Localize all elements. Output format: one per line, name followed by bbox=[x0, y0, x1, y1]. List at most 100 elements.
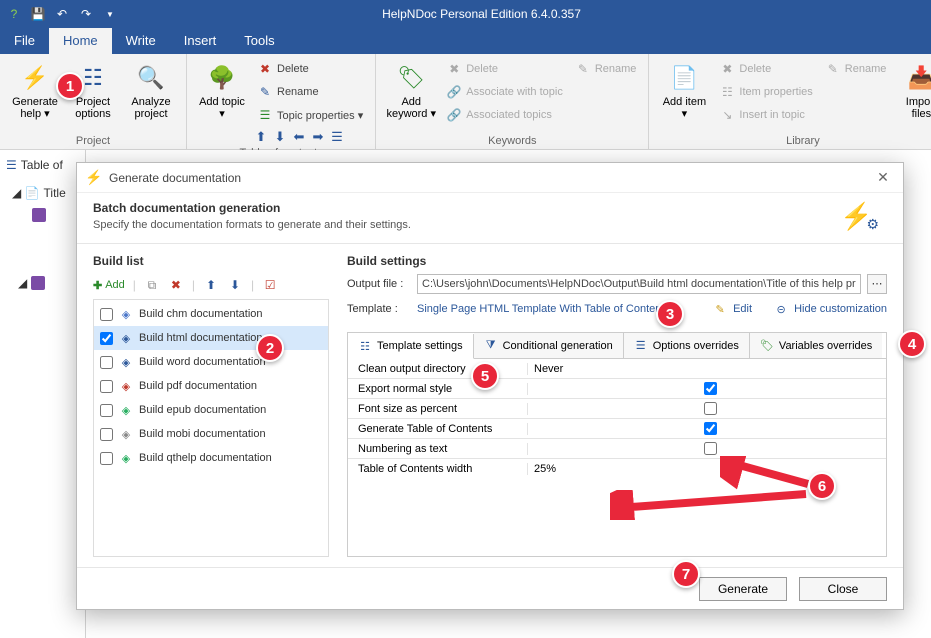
tab-template-settings[interactable]: ☷Template settings bbox=[348, 334, 474, 359]
build-item-checkbox[interactable] bbox=[100, 452, 113, 465]
insert-icon: ↘ bbox=[719, 107, 735, 123]
menu-insert[interactable]: Insert bbox=[170, 28, 231, 54]
analyze-project-button[interactable]: 🔍 Analyze project bbox=[124, 58, 178, 124]
build-settings-title: Build settings bbox=[347, 254, 887, 268]
template-link[interactable]: Single Page HTML Template With Table of … bbox=[417, 303, 670, 315]
rename-icon: ✎ bbox=[825, 61, 841, 77]
build-item-checkbox[interactable] bbox=[100, 380, 113, 393]
tree-item-2[interactable]: ◢ bbox=[4, 274, 81, 292]
build-item-checkbox[interactable] bbox=[100, 332, 113, 345]
lib-rename-button[interactable]: ✎Rename bbox=[821, 58, 891, 80]
clean-output-value[interactable]: Never bbox=[528, 363, 886, 375]
build-item-4[interactable]: ◈Build epub documentation bbox=[94, 398, 328, 422]
browse-output-button[interactable]: ⋯ bbox=[867, 274, 887, 294]
move-down-icon[interactable]: ⬇ bbox=[227, 277, 243, 293]
font-percent-checkbox[interactable] bbox=[704, 402, 717, 415]
lib-props-button[interactable]: ☷Item properties bbox=[715, 81, 816, 103]
tree-item-1[interactable] bbox=[4, 206, 81, 224]
add-build-button[interactable]: ✚Add bbox=[93, 279, 125, 292]
build-item-label: Build epub documentation bbox=[139, 404, 266, 416]
titlebar: ? 💾 ↶ ↷ ▼ HelpNDoc Personal Edition 6.4.… bbox=[0, 0, 931, 28]
ribbon-group-keywords: 🏷 Add keyword ▾ ✖Delete 🔗Associate with … bbox=[376, 54, 649, 149]
tab-variables[interactable]: 🏷Variables overrides bbox=[750, 333, 882, 358]
tab-conditional[interactable]: ⧩Conditional generation bbox=[474, 333, 624, 358]
tree-root[interactable]: ◢ 📄 Title bbox=[4, 184, 81, 202]
arrow-down-icon[interactable]: ⬇ bbox=[272, 129, 288, 145]
import-files-button[interactable]: 📥 Import files bbox=[894, 58, 931, 124]
template-label: Template : bbox=[347, 303, 411, 315]
arrow-up-icon[interactable]: ⬆ bbox=[253, 129, 269, 145]
edit-template-link[interactable]: Edit bbox=[733, 303, 752, 315]
lib-insert-button[interactable]: ↘Insert in topic bbox=[715, 104, 816, 126]
qat-undo-icon[interactable]: ↶ bbox=[54, 6, 70, 22]
tab-options[interactable]: ☰Options overrides bbox=[624, 333, 750, 358]
row-font-percent[interactable]: Font size as percent bbox=[348, 399, 886, 419]
output-path-input[interactable] bbox=[417, 274, 861, 294]
build-item-3[interactable]: ◈Build pdf documentation bbox=[94, 374, 328, 398]
format-icon: ◈ bbox=[119, 307, 133, 321]
lightning-gear-icon: ⚡ bbox=[85, 169, 103, 187]
toc-header: ☰Table of bbox=[4, 156, 81, 174]
build-item-checkbox[interactable] bbox=[100, 308, 113, 321]
toc-props-button[interactable]: ☰Topic properties ▾ bbox=[253, 104, 367, 126]
toc-more-icon[interactable]: ☰ bbox=[329, 129, 345, 145]
qat-save-icon[interactable]: 💾 bbox=[30, 6, 46, 22]
build-item-1[interactable]: ◈Build html documentation bbox=[94, 326, 328, 350]
build-item-0[interactable]: ◈Build chm documentation bbox=[94, 302, 328, 326]
book-icon bbox=[32, 208, 46, 222]
dialog-close-button[interactable]: ✕ bbox=[871, 169, 895, 186]
row-generate-toc[interactable]: Generate Table of Contents bbox=[348, 419, 886, 439]
kw-rename-button[interactable]: ✎Rename bbox=[571, 58, 641, 80]
build-list-items: ◈Build chm documentation◈Build html docu… bbox=[93, 299, 329, 557]
add-keyword-button[interactable]: 🏷 Add keyword ▾ bbox=[384, 58, 438, 124]
hide-customization-link[interactable]: Hide customization bbox=[794, 303, 887, 315]
generate-button[interactable]: Generate bbox=[699, 577, 787, 601]
delete-icon: ✖ bbox=[719, 61, 735, 77]
row-clean-output[interactable]: Clean output directory Never bbox=[348, 359, 886, 379]
ribbon: ⚡ Generate help ▾ ☷ Project options 🔍 An… bbox=[0, 54, 931, 150]
kw-delete-button[interactable]: ✖Delete bbox=[442, 58, 567, 80]
build-item-2[interactable]: ◈Build word documentation bbox=[94, 350, 328, 374]
build-item-label: Build mobi documentation bbox=[139, 428, 266, 440]
build-item-checkbox[interactable] bbox=[100, 428, 113, 441]
numbering-checkbox[interactable] bbox=[704, 442, 717, 455]
build-item-checkbox[interactable] bbox=[100, 404, 113, 417]
build-item-6[interactable]: ◈Build qthelp documentation bbox=[94, 446, 328, 470]
arrow-left-icon[interactable]: ⬅ bbox=[291, 129, 307, 145]
add-item-button[interactable]: 📄 Add item ▾ bbox=[657, 58, 711, 124]
build-list-panel: Build list ✚Add | ⧉ ✖ | ⬆ ⬇ | ☑ ◈Build c… bbox=[93, 254, 329, 557]
toc-rename-button[interactable]: ✎Rename bbox=[253, 81, 367, 103]
add-topic-button[interactable]: 🌳 Add topic ▾ bbox=[195, 58, 249, 124]
rename-icon: ✎ bbox=[257, 84, 273, 100]
dialog-title: Generate documentation bbox=[109, 171, 871, 185]
menu-home[interactable]: Home bbox=[49, 28, 112, 54]
check-all-icon[interactable]: ☑ bbox=[262, 277, 278, 293]
row-export-normal[interactable]: Export normal style bbox=[348, 379, 886, 399]
menu-write[interactable]: Write bbox=[112, 28, 170, 54]
filter-icon: ⧩ bbox=[484, 339, 498, 353]
magnifier-icon: 🔍 bbox=[135, 62, 167, 94]
menu-tools[interactable]: Tools bbox=[230, 28, 288, 54]
close-button[interactable]: Close bbox=[799, 577, 887, 601]
kw-assoc-topics-button[interactable]: 🔗Associated topics bbox=[442, 104, 567, 126]
toc-width-value[interactable]: 25% bbox=[528, 463, 886, 475]
callout-1: 1 bbox=[56, 72, 84, 100]
arrow-right-icon[interactable]: ➡ bbox=[310, 129, 326, 145]
generate-toc-checkbox[interactable] bbox=[704, 422, 717, 435]
pencil-icon: ✎ bbox=[713, 302, 727, 316]
delete-build-icon[interactable]: ✖ bbox=[168, 277, 184, 293]
kw-assoc-button[interactable]: 🔗Associate with topic bbox=[442, 81, 567, 103]
qat-redo-icon[interactable]: ↷ bbox=[78, 6, 94, 22]
toc-delete-button[interactable]: ✖Delete bbox=[253, 58, 367, 80]
menu-file[interactable]: File bbox=[0, 28, 49, 54]
export-normal-checkbox[interactable] bbox=[704, 382, 717, 395]
build-item-5[interactable]: ◈Build mobi documentation bbox=[94, 422, 328, 446]
ribbon-group-project: ⚡ Generate help ▾ ☷ Project options 🔍 An… bbox=[0, 54, 187, 149]
qat-dropdown-icon[interactable]: ▼ bbox=[102, 6, 118, 22]
generate-help-button[interactable]: ⚡ Generate help ▾ bbox=[8, 58, 62, 124]
move-up-icon[interactable]: ⬆ bbox=[203, 277, 219, 293]
duplicate-build-icon[interactable]: ⧉ bbox=[144, 277, 160, 293]
build-item-checkbox[interactable] bbox=[100, 356, 113, 369]
lib-delete-button[interactable]: ✖Delete bbox=[715, 58, 816, 80]
ribbon-group-toc: 🌳 Add topic ▾ ✖Delete ✎Rename ☰Topic pro… bbox=[187, 54, 376, 149]
